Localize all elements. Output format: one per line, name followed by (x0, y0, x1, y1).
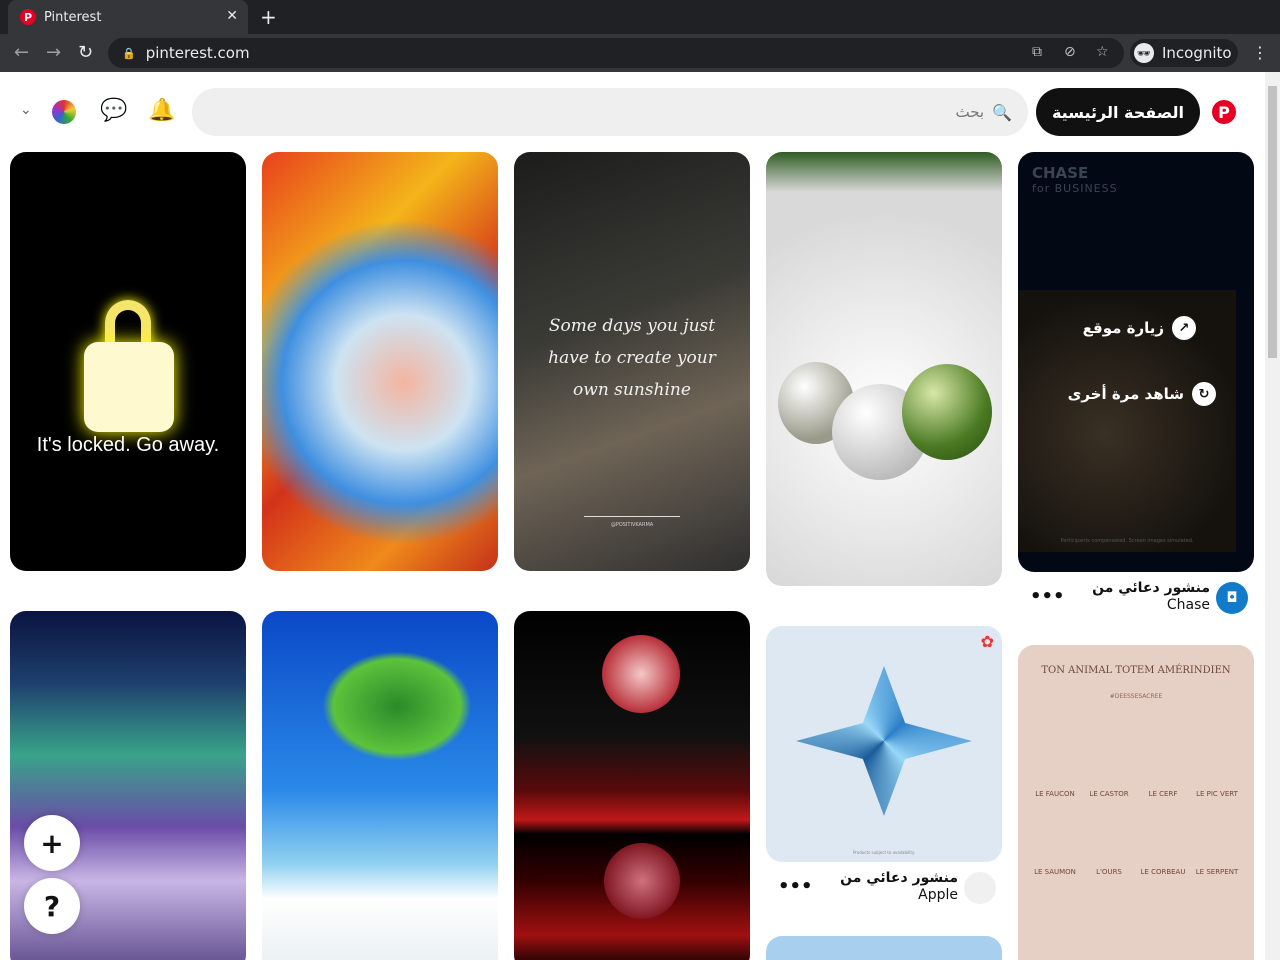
totem-title: TON ANIMAL TOTEM AMÉRINDIEN (1041, 665, 1231, 676)
visit-site-button[interactable]: ↗ زيارة موقع (1083, 316, 1196, 340)
replay-icon: ↻ (1192, 382, 1216, 406)
animal-label: LE CORBEAU (1140, 868, 1186, 876)
pin-locked-wallpaper[interactable]: It's locked. Go away. (10, 152, 246, 571)
quote-text: Some days you just have to create your o… (548, 316, 716, 400)
animal-label: LE PIC VERT (1196, 790, 1238, 798)
chase-avatar-icon[interactable]: ◘ (1216, 582, 1248, 614)
iphone-arrangement-image (796, 666, 972, 816)
scrollbar-thumb[interactable] (1268, 86, 1277, 358)
help-button[interactable]: ? (24, 878, 80, 934)
home-button[interactable]: الصفحة الرئيسية (1036, 88, 1200, 136)
new-tab-button[interactable]: + (260, 5, 277, 29)
pin-autumn-leaves[interactable] (262, 152, 498, 571)
tab-pinterest[interactable]: P Pinterest ✕ (8, 0, 248, 34)
tab-strip: P Pinterest ✕ + (0, 0, 1280, 34)
locked-text: It's locked. Go away. (36, 434, 220, 456)
animal-label: LE FAUCON (1035, 790, 1075, 798)
account-chevron-down-icon[interactable]: ⌄ (20, 102, 32, 118)
pin-sunshine-quote[interactable]: Some days you just have to create your o… (514, 152, 750, 571)
totem-tag: #DEESSESACREE (1109, 693, 1163, 700)
pinterest-logo-icon[interactable]: P (1212, 100, 1236, 124)
user-avatar[interactable] (52, 100, 76, 124)
moon-image (602, 635, 680, 713)
pin-christmas-ornaments[interactable] (766, 152, 1002, 586)
palm-tree-image (322, 651, 472, 761)
pine-branch-image (766, 152, 1002, 192)
bookmark-star-icon[interactable]: ☆ (1096, 44, 1109, 60)
incognito-button[interactable]: 🕶 Incognito (1130, 39, 1238, 67)
divider (584, 516, 680, 517)
page-scrollbar[interactable] (1265, 72, 1280, 960)
browser-menu-icon[interactable]: ⋮ (1252, 43, 1268, 62)
messages-icon[interactable]: 💬 (100, 98, 127, 123)
incognito-label: Incognito (1162, 44, 1232, 62)
chase-sub: for BUSINESS (1032, 182, 1118, 195)
pin-palm-beach[interactable] (262, 611, 498, 960)
translate-icon[interactable]: ⧉ (1032, 44, 1042, 60)
ornament-green (902, 364, 992, 460)
search-input[interactable]: 🔍 بحث (192, 88, 1028, 136)
pin-chase-ad[interactable]: CHASE for BUSINESS Participants compensa… (1018, 152, 1254, 572)
url-text: pinterest.com (145, 44, 250, 62)
back-button[interactable]: ← (14, 42, 29, 63)
pin-sky[interactable] (766, 936, 1002, 960)
pin-apple-iphone-ad[interactable]: ✿ Products subject to availability. (766, 626, 1002, 862)
lock-icon: 🔒 (122, 46, 136, 60)
notifications-bell-icon[interactable]: 🔔 (148, 98, 175, 123)
totem-animal-grid: LE FAUCON LE CASTOR LE CERF LE PIC VERT … (1028, 790, 1244, 876)
pinterest-page: P الصفحة الرئيسية 🔍 بحث 🔔 💬 ⌄ It's locke… (0, 72, 1265, 960)
more-options-button[interactable]: ••• (778, 876, 813, 897)
animal-label: L'OURS (1096, 868, 1122, 876)
chase-logo: CHASE (1032, 164, 1089, 182)
watch-again-label: شاهد مرة أخرى (1067, 385, 1184, 403)
padlock-icon (84, 342, 174, 432)
promoted-footer-chase: ◘ منشور دعائي من Chase ••• (1018, 580, 1254, 616)
top-header: P الصفحة الرئيسية 🔍 بحث 🔔 💬 ⌄ (0, 72, 1265, 152)
more-options-button[interactable]: ••• (1030, 586, 1065, 607)
tab-title: Pinterest (44, 9, 102, 25)
tracking-blocked-icon[interactable]: ⊘ (1064, 44, 1076, 60)
forward-button[interactable]: → (46, 42, 61, 63)
promoted-brand[interactable]: Apple (918, 887, 958, 903)
address-bar[interactable]: 🔒 pinterest.com ⧉ ⊘ ☆ (108, 38, 1124, 68)
watch-again-button[interactable]: ↻ شاهد مرة أخرى (1068, 382, 1216, 406)
promoted-footer-apple: منشور دعائي من Apple ••• (766, 870, 1002, 906)
close-tab-icon[interactable]: ✕ (226, 8, 238, 24)
promoted-brand[interactable]: Chase (1167, 597, 1210, 613)
visit-site-label: زيارة موقع (1082, 319, 1164, 337)
quote-handle: @POSITIVKARMA (610, 522, 654, 528)
incognito-icon: 🕶 (1134, 43, 1154, 63)
apple-logo-icon: ✿ (980, 632, 994, 651)
promoted-label: منشور دعائي من (840, 870, 958, 886)
browser-toolbar: ← → ↻ 🔒 pinterest.com ⧉ ⊘ ☆ 🕶 Incognito … (0, 34, 1280, 72)
pin-animal-totem[interactable]: TON ANIMAL TOTEM AMÉRINDIEN #DEESSESACRE… (1018, 645, 1254, 960)
search-placeholder: بحث (955, 103, 985, 121)
arrow-up-right-icon: ↗ (1172, 316, 1196, 340)
moon-reflection-image (604, 843, 680, 919)
promoted-label: منشور دعائي من (1092, 580, 1210, 596)
apple-avatar-icon[interactable] (964, 872, 996, 904)
chase-disclaimer: Participants compensated. Screen images … (1060, 538, 1194, 544)
pinterest-favicon-icon: P (20, 9, 36, 25)
animal-label: LE SERPENT (1195, 868, 1239, 876)
animal-label: LE CERF (1148, 790, 1178, 798)
animal-label: LE CASTOR (1089, 790, 1129, 798)
pin-red-moon[interactable] (514, 611, 750, 960)
create-pin-button[interactable]: + (24, 815, 80, 871)
search-icon: 🔍 (992, 102, 1012, 122)
animal-label: LE SAUMON (1034, 868, 1076, 876)
apple-disclaimer: Products subject to availability. (852, 850, 916, 855)
reload-button[interactable]: ↻ (78, 42, 93, 63)
